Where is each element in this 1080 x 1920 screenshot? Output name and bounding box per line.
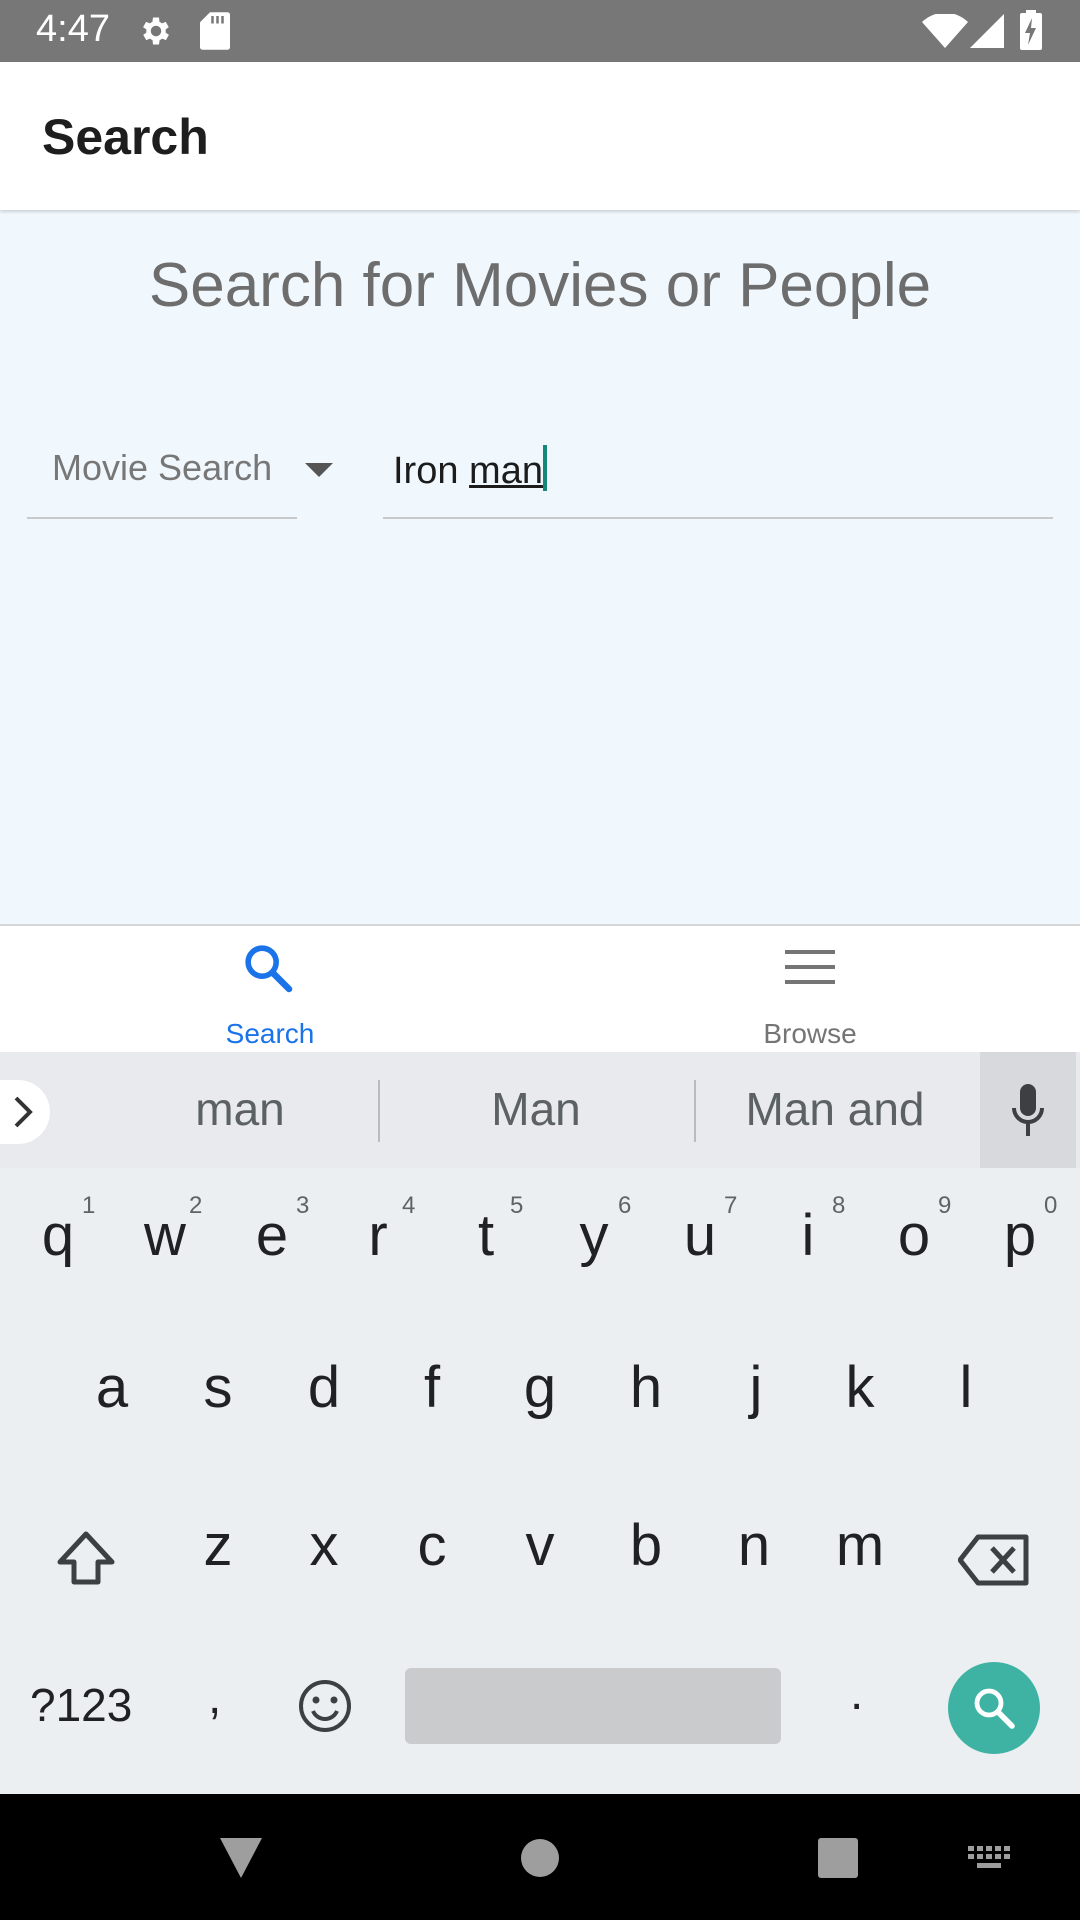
search-type-selected: Movie Search <box>52 447 273 488</box>
key-hint-5: 5 <box>510 1192 524 1219</box>
settings-icon <box>143 17 169 45</box>
key-f[interactable]: f <box>392 1354 472 1421</box>
comma-key[interactable]: , <box>208 1670 221 1725</box>
key-s[interactable]: s <box>178 1354 258 1421</box>
key-l[interactable]: l <box>926 1354 1006 1421</box>
system-navigation-bar <box>0 1794 1080 1920</box>
key-hint-1: 1 <box>82 1192 96 1219</box>
key-c[interactable]: c <box>392 1512 472 1579</box>
key-h[interactable]: h <box>606 1354 686 1421</box>
shift-key[interactable] <box>54 1528 118 1592</box>
battery-charging-icon <box>1020 10 1042 50</box>
menu-icon <box>785 950 835 984</box>
key-d[interactable]: d <box>284 1354 364 1421</box>
chevron-right-icon <box>14 1096 33 1128</box>
key-z[interactable]: z <box>178 1512 258 1579</box>
expand-suggestions-button[interactable] <box>0 1080 50 1144</box>
status-bar: 4:47 <box>0 0 1080 62</box>
key-g[interactable]: g <box>500 1354 580 1421</box>
text-cursor <box>542 445 547 491</box>
key-hint-8: 8 <box>832 1192 846 1219</box>
key-hint-6: 6 <box>618 1192 632 1219</box>
page-title: Search <box>42 109 209 165</box>
nav-label-search: Search <box>225 1018 315 1049</box>
key-x[interactable]: x <box>284 1512 364 1579</box>
suggestion-strip: man Man Man and <box>0 1052 1080 1168</box>
backspace-key[interactable] <box>958 1534 1030 1586</box>
status-time: 4:47 <box>36 8 110 50</box>
period-key[interactable]: . <box>850 1666 863 1721</box>
key-b[interactable]: b <box>606 1512 686 1579</box>
key-hint-7: 7 <box>724 1192 738 1219</box>
key-v[interactable]: v <box>500 1512 580 1579</box>
search-input[interactable]: Iron man <box>383 425 1053 519</box>
suggestion-1[interactable]: man <box>120 1082 360 1136</box>
search-heading: Search for Movies or People <box>148 251 932 320</box>
suggestion-divider <box>378 1080 380 1142</box>
bottom-navigation: Search Browse <box>0 924 1080 1054</box>
recents-icon[interactable] <box>818 1838 858 1878</box>
key-hint-4: 4 <box>402 1192 416 1219</box>
key-k[interactable]: k <box>820 1354 900 1421</box>
space-key[interactable] <box>405 1668 781 1744</box>
voice-input-button[interactable] <box>980 1052 1076 1168</box>
suggestion-3[interactable]: Man and <box>712 1082 958 1136</box>
key-m[interactable]: m <box>820 1512 900 1579</box>
nav-item-search[interactable]: Search <box>0 926 540 1054</box>
nav-label-browse: Browse <box>763 1018 857 1049</box>
keyboard-search-key[interactable] <box>948 1662 1040 1754</box>
key-a[interactable]: a <box>72 1354 152 1421</box>
search-icon <box>245 945 293 993</box>
microphone-icon <box>1012 1084 1044 1136</box>
signal-icon <box>970 14 1004 48</box>
key-hint-0: 0 <box>1044 1192 1058 1219</box>
suggestion-divider <box>694 1080 696 1142</box>
home-icon[interactable] <box>520 1838 560 1878</box>
keyboard-switch-icon[interactable] <box>968 1846 1012 1874</box>
back-icon[interactable] <box>218 1836 264 1880</box>
nav-item-browse[interactable]: Browse <box>540 926 1080 1054</box>
suggestion-2[interactable]: Man <box>416 1082 656 1136</box>
search-input-value: Iron man <box>393 445 547 493</box>
search-type-dropdown[interactable]: Movie Search <box>27 425 333 519</box>
dropdown-arrow-icon <box>305 463 333 477</box>
key-hint-2: 2 <box>189 1192 203 1219</box>
soft-keyboard: man Man Man and ?123 , . q 1 w 2 e 3 r 4… <box>0 1052 1080 1794</box>
key-hint-3: 3 <box>296 1192 310 1219</box>
search-content: Search for Movies or People Movie Search… <box>0 210 1080 924</box>
key-n[interactable]: n <box>714 1512 794 1579</box>
search-icon <box>974 1688 1015 1729</box>
emoji-key[interactable] <box>297 1678 353 1734</box>
symbols-key[interactable]: ?123 <box>30 1678 132 1732</box>
app-bar: Search <box>0 62 1080 210</box>
wifi-icon <box>922 14 968 48</box>
key-hint-9: 9 <box>938 1192 952 1219</box>
key-j[interactable]: j <box>716 1354 796 1421</box>
sd-card-icon <box>200 12 230 50</box>
